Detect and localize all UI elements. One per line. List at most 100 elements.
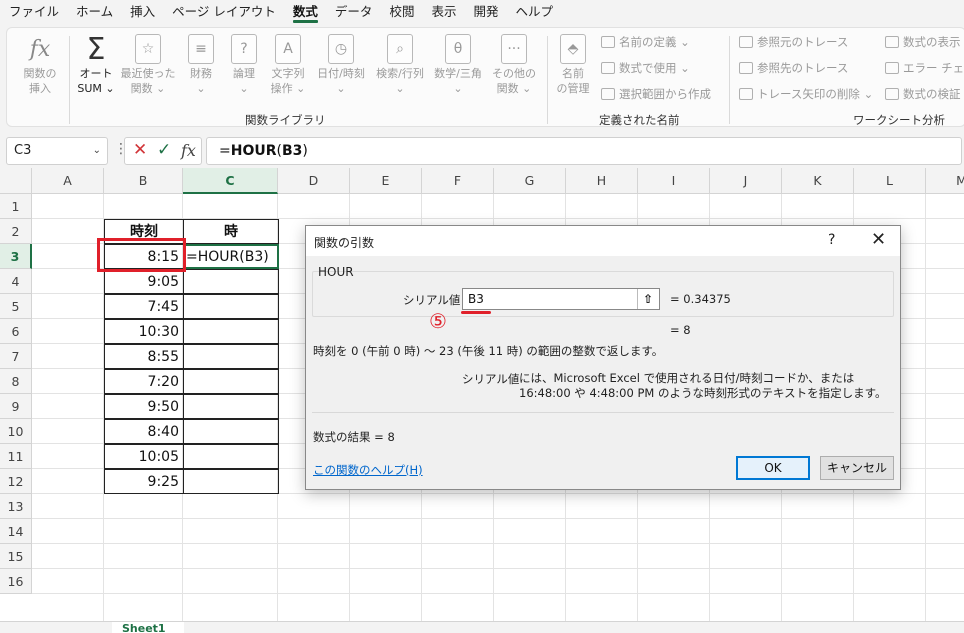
time-cell[interactable]: 7:20: [104, 369, 184, 394]
menu-item[interactable]: データ: [326, 0, 381, 24]
row-header[interactable]: 16: [0, 569, 32, 594]
menu-item[interactable]: 校閲: [380, 0, 422, 24]
column-header[interactable]: M: [926, 168, 964, 194]
logical-functions-button[interactable]: ? 論理 ⌄: [223, 34, 265, 96]
row-header[interactable]: 5: [0, 294, 32, 319]
row-header[interactable]: 8: [0, 369, 32, 394]
menu-item[interactable]: ホーム: [67, 0, 121, 24]
chevron-down-icon[interactable]: ⌄: [93, 138, 101, 164]
ok-button[interactable]: OK: [736, 456, 810, 480]
hour-cell[interactable]: [183, 419, 279, 444]
menu-item[interactable]: ファイル: [0, 0, 67, 24]
menu-item[interactable]: ページ レイアウト: [163, 0, 284, 24]
magnifier-icon: ⌕: [387, 34, 413, 64]
math-functions-button[interactable]: θ 数学/三角 ⌄: [429, 34, 487, 96]
hour-cell[interactable]: [183, 319, 279, 344]
financial-functions-button[interactable]: ≡ 財務 ⌄: [179, 34, 223, 96]
row-header[interactable]: 13: [0, 494, 32, 519]
error-checking-button[interactable]: エラー チェック: [885, 58, 964, 78]
cancel-icon[interactable]: ✕: [133, 140, 147, 160]
hour-cell[interactable]: [183, 394, 279, 419]
row-header[interactable]: 1: [0, 194, 32, 219]
row-header[interactable]: 4: [0, 269, 32, 294]
trace-precedents-button[interactable]: 参照元のトレース: [739, 32, 848, 52]
gridline: [32, 568, 964, 569]
time-cell[interactable]: 8:40: [104, 419, 184, 444]
column-header[interactable]: L: [854, 168, 926, 194]
time-cell[interactable]: 9:05: [104, 269, 184, 294]
text-functions-button[interactable]: A 文字列 操作 ⌄: [265, 34, 311, 96]
define-name-button[interactable]: 名前の定義 ⌄: [601, 32, 690, 52]
annotation-underline: [461, 311, 491, 314]
row-header[interactable]: 6: [0, 319, 32, 344]
menu-item[interactable]: 数式: [284, 0, 326, 24]
dialog-titlebar[interactable]: 関数の引数 ? ✕: [306, 226, 900, 256]
show-formulas-button[interactable]: 数式の表示: [885, 32, 961, 52]
lookup-functions-button[interactable]: ⌕ 検索/行列 ⌄: [371, 34, 429, 96]
time-cell[interactable]: 7:45: [104, 294, 184, 319]
menu-item[interactable]: 挿入: [121, 0, 163, 24]
column-header[interactable]: B: [104, 168, 183, 194]
row-header[interactable]: 9: [0, 394, 32, 419]
name-box[interactable]: C3 ⌄: [6, 137, 108, 165]
row-header[interactable]: 15: [0, 544, 32, 569]
recent-functions-button[interactable]: ☆ 最近使った 関数 ⌄: [119, 34, 177, 96]
select-all-corner[interactable]: [0, 168, 32, 194]
more-functions-button[interactable]: ··· その他の 関数 ⌄: [487, 34, 541, 96]
evaluate-formula-button[interactable]: 数式の検証: [885, 84, 961, 104]
insert-function-icon[interactable]: fx: [181, 141, 196, 160]
close-icon[interactable]: ✕: [871, 229, 886, 250]
column-header[interactable]: E: [350, 168, 422, 194]
check-icon[interactable]: ✓: [157, 140, 171, 160]
hour-cell[interactable]: [183, 294, 279, 319]
warning-icon: [885, 62, 899, 74]
serial-value-input[interactable]: B3: [462, 288, 660, 310]
hour-cell[interactable]: [183, 344, 279, 369]
time-cell[interactable]: 9:50: [104, 394, 184, 419]
time-cell[interactable]: 10:30: [104, 319, 184, 344]
trace-dependents-button[interactable]: 参照先のトレース: [739, 58, 848, 78]
hour-cell[interactable]: [183, 444, 279, 469]
remove-arrows-button[interactable]: トレース矢印の削除 ⌄: [739, 84, 873, 104]
row-header[interactable]: 10: [0, 419, 32, 444]
column-header[interactable]: A: [32, 168, 104, 194]
menu-item[interactable]: 表示: [422, 0, 464, 24]
column-header[interactable]: G: [494, 168, 566, 194]
sheet-tab[interactable]: Sheet1: [112, 622, 184, 633]
formula-input[interactable]: =HOUR(B3): [206, 137, 962, 165]
help-icon[interactable]: ?: [828, 232, 835, 248]
row-header[interactable]: 3: [0, 244, 32, 269]
use-in-formula-button[interactable]: 数式で使用 ⌄: [601, 58, 690, 78]
column-header[interactable]: J: [710, 168, 782, 194]
collapse-dialog-icon[interactable]: ⇧: [637, 289, 658, 309]
time-cell[interactable]: 10:05: [104, 444, 184, 469]
menu-item[interactable]: ヘルプ: [506, 0, 561, 24]
autosum-button[interactable]: Σ オート SUM ⌄: [73, 34, 119, 96]
create-from-selection-button[interactable]: 選択範囲から作成: [601, 84, 711, 104]
name-manager-button[interactable]: ⬘ 名前 の管理: [551, 34, 595, 96]
column-header[interactable]: C: [183, 168, 278, 194]
column-header[interactable]: I: [638, 168, 710, 194]
menu-item[interactable]: 開発: [464, 0, 506, 24]
row-header[interactable]: 11: [0, 444, 32, 469]
active-cell-c3[interactable]: =HOUR(B3): [183, 244, 279, 269]
hour-cell[interactable]: [183, 369, 279, 394]
column-header[interactable]: D: [278, 168, 350, 194]
function-help-link[interactable]: この関数のヘルプ(H): [313, 462, 423, 478]
column-header[interactable]: H: [566, 168, 638, 194]
row-header[interactable]: 12: [0, 469, 32, 494]
time-cell[interactable]: 9:25: [104, 469, 184, 494]
column-header[interactable]: F: [422, 168, 494, 194]
row-header[interactable]: 14: [0, 519, 32, 544]
cancel-button[interactable]: キャンセル: [820, 456, 894, 480]
column-header[interactable]: K: [782, 168, 854, 194]
row-header[interactable]: 7: [0, 344, 32, 369]
datetime-functions-button[interactable]: ◷ 日付/時刻 ⌄: [311, 34, 371, 96]
insert-function-button[interactable]: fx 関数の 挿入: [15, 34, 65, 96]
hour-cell[interactable]: [183, 269, 279, 294]
hour-cell[interactable]: [183, 469, 279, 494]
time-cell[interactable]: 8:55: [104, 344, 184, 369]
table-header-hour[interactable]: 時: [183, 219, 279, 244]
row-header[interactable]: 2: [0, 219, 32, 244]
star-icon: ☆: [135, 34, 161, 64]
